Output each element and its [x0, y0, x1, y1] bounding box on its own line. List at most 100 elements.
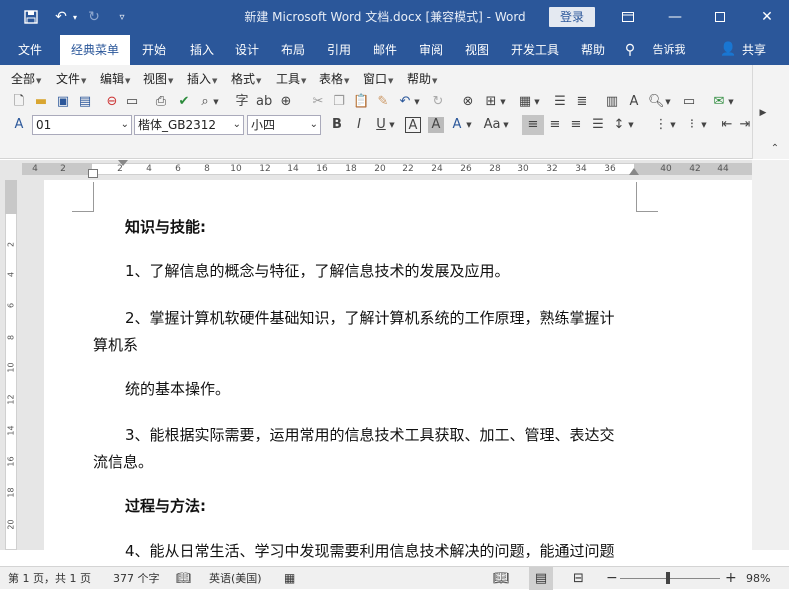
- font-size-dropdown[interactable]: 小四 ⌄: [247, 115, 321, 135]
- underline-icon[interactable]: U: [373, 117, 389, 133]
- menu-file[interactable]: 文件▼: [56, 71, 86, 87]
- increase-indent-icon[interactable]: ⇥: [737, 117, 753, 133]
- tab-developer[interactable]: 开发工具: [505, 35, 565, 65]
- find-icon[interactable]: 🔍︎: [648, 94, 665, 110]
- paragraph-2-line-2[interactable]: 算机系: [93, 335, 138, 355]
- ribbon-scroll-right-icon[interactable]: ▶: [755, 105, 771, 121]
- borders-dropdown-icon[interactable]: ▼: [499, 94, 507, 110]
- vertical-scrollbar[interactable]: [752, 160, 789, 550]
- redo-icon[interactable]: ↻: [430, 94, 446, 110]
- find-dropdown-icon[interactable]: ▼: [664, 94, 672, 110]
- section-heading-knowledge[interactable]: 知识与技能:: [125, 217, 206, 237]
- zoom-level[interactable]: 98%: [746, 567, 770, 590]
- copy-icon[interactable]: ❐: [331, 94, 347, 110]
- change-case-icon[interactable]: Aa: [482, 117, 502, 133]
- zoom-slider-thumb[interactable]: [666, 572, 670, 584]
- close-icon[interactable]: ✕: [756, 0, 778, 35]
- align-right-icon[interactable]: ≡: [568, 117, 584, 133]
- hyperlink-icon[interactable]: ⊗: [460, 94, 476, 110]
- translate-icon[interactable]: 字: [234, 94, 250, 110]
- collapse-ribbon-icon[interactable]: ⌃: [767, 141, 783, 157]
- read-mode-icon[interactable]: 📖︎: [493, 567, 510, 590]
- save-icon[interactable]: ▣: [55, 94, 71, 110]
- section-heading-process[interactable]: 过程与方法:: [125, 496, 206, 516]
- close-document-icon[interactable]: ▭: [124, 94, 140, 110]
- bullets-dropdown-icon[interactable]: ▼: [700, 117, 708, 133]
- print-preview-icon[interactable]: ⊖: [104, 94, 120, 110]
- paragraph-2-line-1[interactable]: 2、掌握计算机软硬件基础知识，了解计算机系统的工作原理，熟练掌握计: [125, 308, 615, 328]
- cut-icon[interactable]: ✂: [310, 94, 326, 110]
- research-dropdown-icon[interactable]: ▼: [212, 94, 220, 110]
- language[interactable]: 英语(美国): [209, 567, 262, 590]
- lightbulb-icon[interactable]: ⚲: [622, 35, 638, 65]
- character-shading-icon[interactable]: A: [428, 117, 444, 133]
- columns-icon[interactable]: ☰: [552, 94, 568, 110]
- tab-insert[interactable]: 插入: [184, 35, 220, 65]
- document-map-icon[interactable]: ▥: [604, 94, 620, 110]
- italic-icon[interactable]: I: [351, 117, 367, 133]
- document-page[interactable]: 知识与技能: 1、了解信息的概念与特征，了解信息技术的发展及应用。 2、掌握计算…: [44, 180, 752, 560]
- paragraph-4-line-1[interactable]: 3、能根据实际需要，运用常用的信息技术工具获取、加工、管理、表达交: [125, 425, 615, 445]
- text-effects-icon[interactable]: A: [449, 117, 465, 133]
- paragraph-4-line-2[interactable]: 流信息。: [93, 452, 153, 472]
- print-icon[interactable]: ⎙: [153, 94, 169, 110]
- menu-insert[interactable]: 插入▼: [187, 71, 217, 87]
- styles-pane-icon[interactable]: A: [11, 117, 27, 133]
- save-icon[interactable]: [20, 0, 42, 35]
- redo-icon[interactable]: ↻: [85, 0, 103, 35]
- line-spacing-icon[interactable]: ↕: [611, 117, 627, 133]
- print-layout-icon[interactable]: ▤: [529, 567, 553, 590]
- tab-design[interactable]: 设计: [229, 35, 265, 65]
- tab-help[interactable]: 帮助: [575, 35, 611, 65]
- paragraph-3[interactable]: 统的基本操作。: [125, 379, 230, 399]
- spelling-icon[interactable]: ✔: [176, 94, 192, 110]
- undo-icon[interactable]: ↶: [397, 94, 413, 110]
- tell-me-box[interactable]: 告诉我: [644, 35, 694, 65]
- first-line-indent-marker[interactable]: [118, 160, 128, 166]
- word-count-icon[interactable]: ⊕: [278, 94, 294, 110]
- save-as-icon[interactable]: ▤: [77, 94, 93, 110]
- tab-home[interactable]: 开始: [136, 35, 172, 65]
- align-center-icon[interactable]: ≡: [547, 117, 563, 133]
- numbering-dropdown-icon[interactable]: ▼: [669, 117, 677, 133]
- character-border-icon[interactable]: A: [405, 117, 421, 133]
- decrease-indent-icon[interactable]: ⇤: [719, 117, 735, 133]
- maximize-icon[interactable]: [709, 0, 731, 35]
- zoom-slider-track[interactable]: [620, 578, 720, 579]
- comment-icon[interactable]: ✉: [711, 94, 727, 110]
- menu-window[interactable]: 窗口▼: [363, 71, 393, 87]
- macro-record-icon[interactable]: ▦: [284, 567, 295, 590]
- menu-view[interactable]: 视图▼: [143, 71, 173, 87]
- align-left-icon[interactable]: ≡: [522, 115, 544, 135]
- web-layout-icon[interactable]: ⊟: [573, 567, 584, 590]
- bullets-icon[interactable]: ⁝: [684, 117, 700, 133]
- tab-review[interactable]: 审阅: [413, 35, 449, 65]
- font-dropdown[interactable]: 楷体_GB2312 ⌄: [134, 115, 244, 135]
- table-icon[interactable]: ▦: [517, 94, 533, 110]
- scrollbar-thumb[interactable]: [762, 164, 776, 464]
- bold-icon[interactable]: B: [329, 117, 345, 133]
- menu-tools[interactable]: 工具▼: [276, 71, 306, 87]
- undo-dropdown-icon[interactable]: ▼: [413, 94, 421, 110]
- share-icon[interactable]: 👤: [720, 35, 736, 65]
- paragraph-marks-icon[interactable]: ≣: [574, 94, 590, 110]
- underline-dropdown-icon[interactable]: ▼: [388, 117, 396, 133]
- text-effects-dropdown-icon[interactable]: ▼: [465, 117, 473, 133]
- customize-toolbar-icon[interactable]: ▿: [115, 0, 129, 35]
- numbering-icon[interactable]: ⋮: [653, 117, 669, 133]
- menu-edit[interactable]: 编辑▼: [100, 71, 130, 87]
- tab-mailings[interactable]: 邮件: [367, 35, 403, 65]
- undo-icon[interactable]: ↶: [50, 0, 72, 35]
- format-painter-icon[interactable]: ✎: [375, 94, 391, 110]
- right-indent-marker[interactable]: [629, 168, 639, 175]
- tab-references[interactable]: 引用: [321, 35, 357, 65]
- paste-icon[interactable]: 📋: [353, 94, 369, 110]
- word-count[interactable]: 377 个字: [113, 567, 160, 590]
- tab-view[interactable]: 视图: [459, 35, 495, 65]
- menu-table[interactable]: 表格▼: [319, 71, 349, 87]
- minimize-icon[interactable]: —: [664, 0, 686, 35]
- vertical-ruler[interactable]: 2 4 6 8 10 12 14 16 18 20: [0, 180, 20, 550]
- style-dropdown[interactable]: 01 ⌄: [32, 115, 132, 135]
- horizontal-ruler[interactable]: 4 2 2 4 6 8 10 12 14 16 18 20 22 24 26 2…: [0, 160, 789, 180]
- text-box-icon[interactable]: A: [626, 94, 642, 110]
